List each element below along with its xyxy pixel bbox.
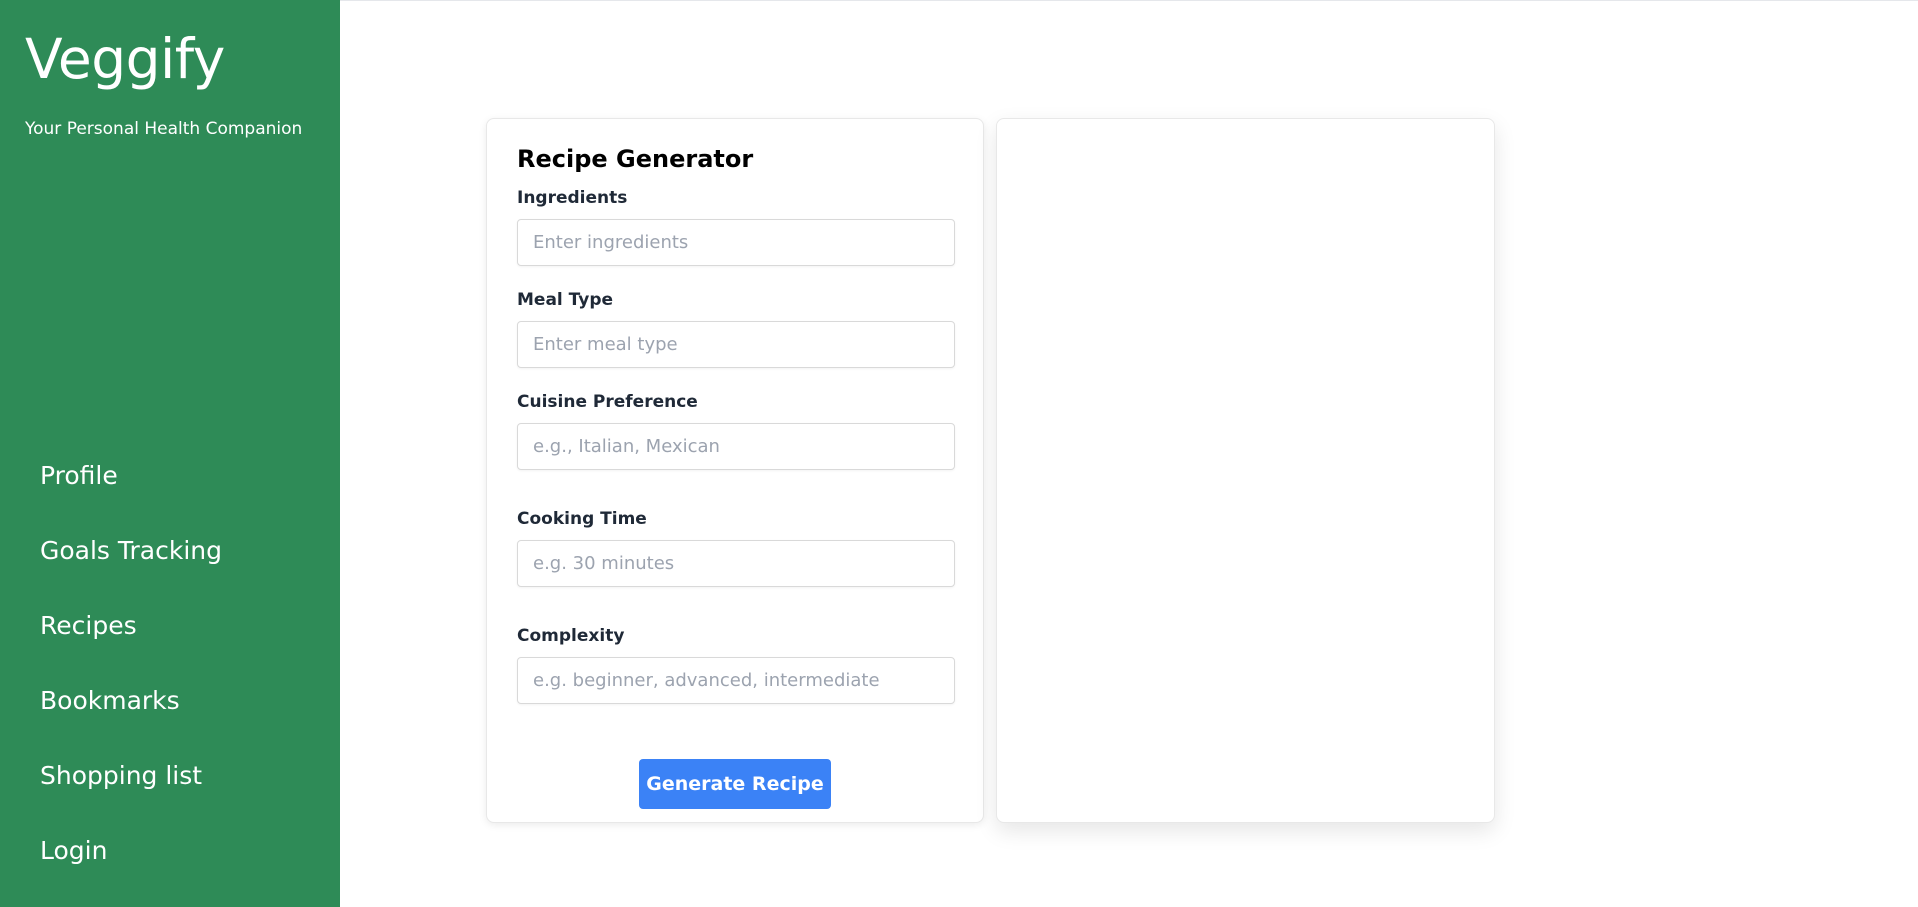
sidebar-item-bookmarks[interactable]: Bookmarks [40, 677, 222, 752]
recipe-result-panel [996, 118, 1495, 823]
cuisine-preference-input[interactable] [517, 423, 955, 470]
sidebar-nav: Profile Goals Tracking Recipes Bookmarks… [40, 452, 222, 902]
app-logo-text: Veggify [25, 27, 225, 91]
ingredients-label: Ingredients [517, 188, 628, 208]
complexity-input[interactable] [517, 657, 955, 704]
sidebar-item-profile[interactable]: Profile [40, 452, 222, 527]
meal-type-input[interactable] [517, 321, 955, 368]
ingredients-input[interactable] [517, 219, 955, 266]
cuisine-preference-label: Cuisine Preference [517, 392, 698, 412]
app-tagline: Your Personal Health Companion [25, 119, 303, 139]
cooking-time-input[interactable] [517, 540, 955, 587]
meal-type-label: Meal Type [517, 290, 614, 310]
sidebar: Veggify Your Personal Health Companion P… [0, 0, 340, 907]
sidebar-item-goals-tracking[interactable]: Goals Tracking [40, 527, 222, 602]
sidebar-item-login[interactable]: Login [40, 827, 222, 902]
sidebar-item-recipes[interactable]: Recipes [40, 602, 222, 677]
top-divider [340, 0, 1918, 1]
recipe-generator-card: Recipe Generator Ingredients Meal Type C… [486, 118, 984, 823]
form-title: Recipe Generator [517, 145, 754, 173]
complexity-label: Complexity [517, 626, 625, 646]
generate-recipe-button[interactable]: Generate Recipe [639, 759, 831, 809]
cooking-time-label: Cooking Time [517, 509, 647, 529]
sidebar-item-shopping-list[interactable]: Shopping list [40, 752, 222, 827]
